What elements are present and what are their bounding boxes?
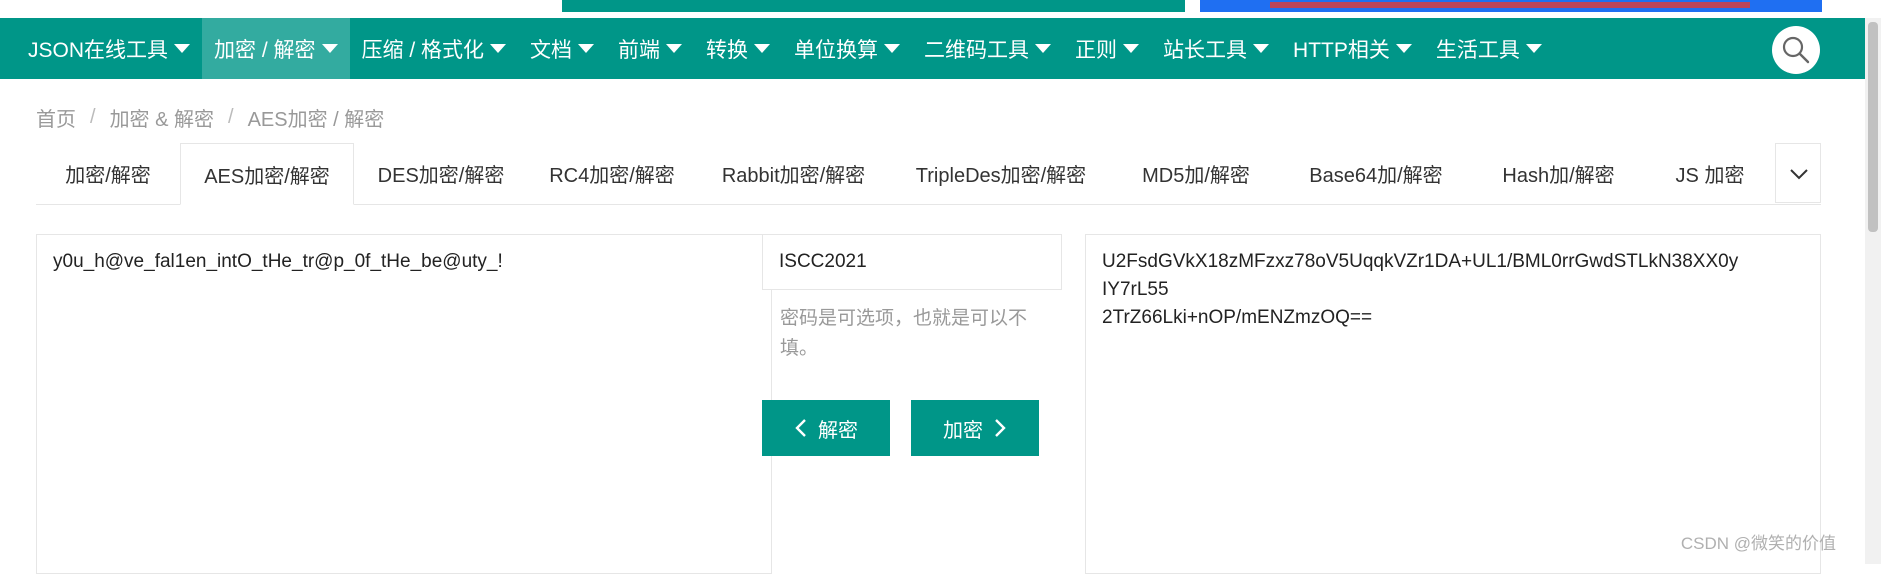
ciphertext-line: U2FsdGVkX18zMFzxz78oV5UqqkVZr1DA+UL1/BML…	[1102, 251, 1739, 272]
main-nav: JSON在线工具 加密 / 解密 压缩 / 格式化 文档 前端 转换 单位换算 …	[0, 18, 1881, 79]
decrypt-button[interactable]: 解密	[762, 400, 890, 456]
nav-label: 站长工具	[1163, 38, 1248, 62]
caret-down-icon	[1395, 44, 1412, 53]
nav-item-http[interactable]: HTTP相关	[1281, 18, 1424, 79]
nav-item-units[interactable]: 单位换算	[782, 18, 912, 79]
key-hint: 密码是可选项，也就是可以不填。	[780, 308, 1028, 359]
nav-label: 生活工具	[1435, 38, 1520, 62]
nav-item-json[interactable]: JSON在线工具	[0, 18, 202, 79]
nav-label: 二维码工具	[924, 38, 1030, 62]
chevron-down-icon	[1790, 169, 1808, 180]
nav-item-encrypt[interactable]: 加密 / 解密	[202, 18, 350, 79]
tabs-more-button[interactable]	[1775, 143, 1821, 203]
breadcrumb-current: AES加密 / 解密	[247, 109, 385, 131]
search-icon	[1782, 36, 1810, 64]
nav-item-regex[interactable]: 正则	[1063, 18, 1151, 79]
nav-label: 正则	[1075, 38, 1118, 62]
key-input[interactable]: ISCC2021	[762, 234, 1062, 290]
breadcrumb-encrypt[interactable]: 加密 & 解密	[110, 103, 214, 132]
tab-rabbit[interactable]: Rabbit加密/解密	[696, 143, 891, 204]
tab-aes[interactable]: AES加密/解密	[180, 143, 354, 205]
tab-rc4[interactable]: RC4加密/解密	[528, 143, 696, 204]
banner-ad-blue[interactable]	[1200, 0, 1822, 12]
nav-item-webmaster[interactable]: 站长工具	[1151, 18, 1281, 79]
key-value: ISCC2021	[779, 251, 867, 272]
tab-md5[interactable]: MD5加/解密	[1111, 143, 1281, 204]
caret-down-icon	[1525, 44, 1542, 53]
caret-down-icon	[754, 44, 771, 53]
plaintext-value: y0u_h@ve_fal1en_intO_tHe_tr@p_0f_tHe_be@…	[53, 251, 503, 272]
breadcrumb-separator: /	[90, 106, 96, 128]
ciphertext-line: 2TrZ66Lki+nOP/mENZmzOQ==	[1102, 307, 1373, 328]
caret-down-icon	[1123, 44, 1140, 53]
ciphertext-line: IY7rL55	[1102, 279, 1169, 300]
caret-down-icon	[490, 44, 507, 53]
top-banner	[0, 0, 1881, 12]
caret-down-icon	[1035, 44, 1052, 53]
nav-label: 前端	[618, 38, 661, 62]
nav-item-frontend[interactable]: 前端	[606, 18, 694, 79]
breadcrumb-separator: /	[228, 106, 234, 128]
nav-item-docs[interactable]: 文档	[518, 18, 606, 79]
caret-down-icon	[578, 44, 595, 53]
watermark: CSDN @微笑的价值	[1680, 534, 1836, 553]
breadcrumb: 首页 / 加密 & 解密 / AES加密 / 解密	[36, 103, 384, 132]
caret-down-icon	[884, 44, 901, 53]
tab-encrypt-decrypt[interactable]: 加密/解密	[36, 143, 180, 204]
nav-item-qrcode[interactable]: 二维码工具	[912, 18, 1063, 79]
search-button[interactable]	[1772, 26, 1820, 74]
nav-label: HTTP相关	[1293, 38, 1390, 62]
nav-label: 压缩 / 格式化	[361, 38, 485, 62]
encrypt-button[interactable]: 加密	[911, 400, 1039, 456]
nav-label: 文档	[530, 38, 573, 62]
tab-js-encrypt[interactable]: JS 加密	[1646, 143, 1774, 204]
encrypt-label: 加密	[943, 419, 983, 442]
tool-tabs: 加密/解密 AES加密/解密 DES加密/解密 RC4加密/解密 Rabbit加…	[36, 143, 1821, 205]
nav-item-convert[interactable]: 转换	[694, 18, 782, 79]
nav-label: 转换	[706, 38, 749, 62]
banner-ad-green[interactable]	[562, 0, 1185, 12]
ciphertext-textarea[interactable]: U2FsdGVkX18zMFzxz78oV5UqqkVZr1DA+UL1/BML…	[1085, 234, 1821, 574]
breadcrumb-home[interactable]: 首页	[36, 103, 76, 132]
nav-label: 加密 / 解密	[214, 38, 316, 62]
tab-base64[interactable]: Base64加/解密	[1281, 143, 1471, 204]
plaintext-textarea[interactable]: y0u_h@ve_fal1en_intO_tHe_tr@p_0f_tHe_be@…	[36, 234, 772, 574]
chevron-right-icon	[995, 419, 1006, 437]
caret-down-icon	[1253, 44, 1270, 53]
tab-hash[interactable]: Hash加/解密	[1471, 143, 1646, 204]
scrollbar-thumb[interactable]	[1868, 22, 1878, 232]
caret-down-icon	[174, 44, 191, 53]
nav-label: 单位换算	[794, 38, 879, 62]
decrypt-label: 解密	[818, 419, 858, 442]
tab-tripledes[interactable]: TripleDes加密/解密	[891, 143, 1111, 204]
caret-down-icon	[666, 44, 683, 53]
nav-item-compress[interactable]: 压缩 / 格式化	[350, 18, 519, 79]
nav-label: JSON在线工具	[28, 38, 169, 62]
caret-down-icon	[321, 44, 338, 53]
tab-des[interactable]: DES加密/解密	[354, 143, 528, 204]
nav-item-life[interactable]: 生活工具	[1424, 18, 1554, 79]
page-scrollbar[interactable]	[1865, 18, 1881, 564]
chevron-left-icon	[795, 419, 806, 437]
